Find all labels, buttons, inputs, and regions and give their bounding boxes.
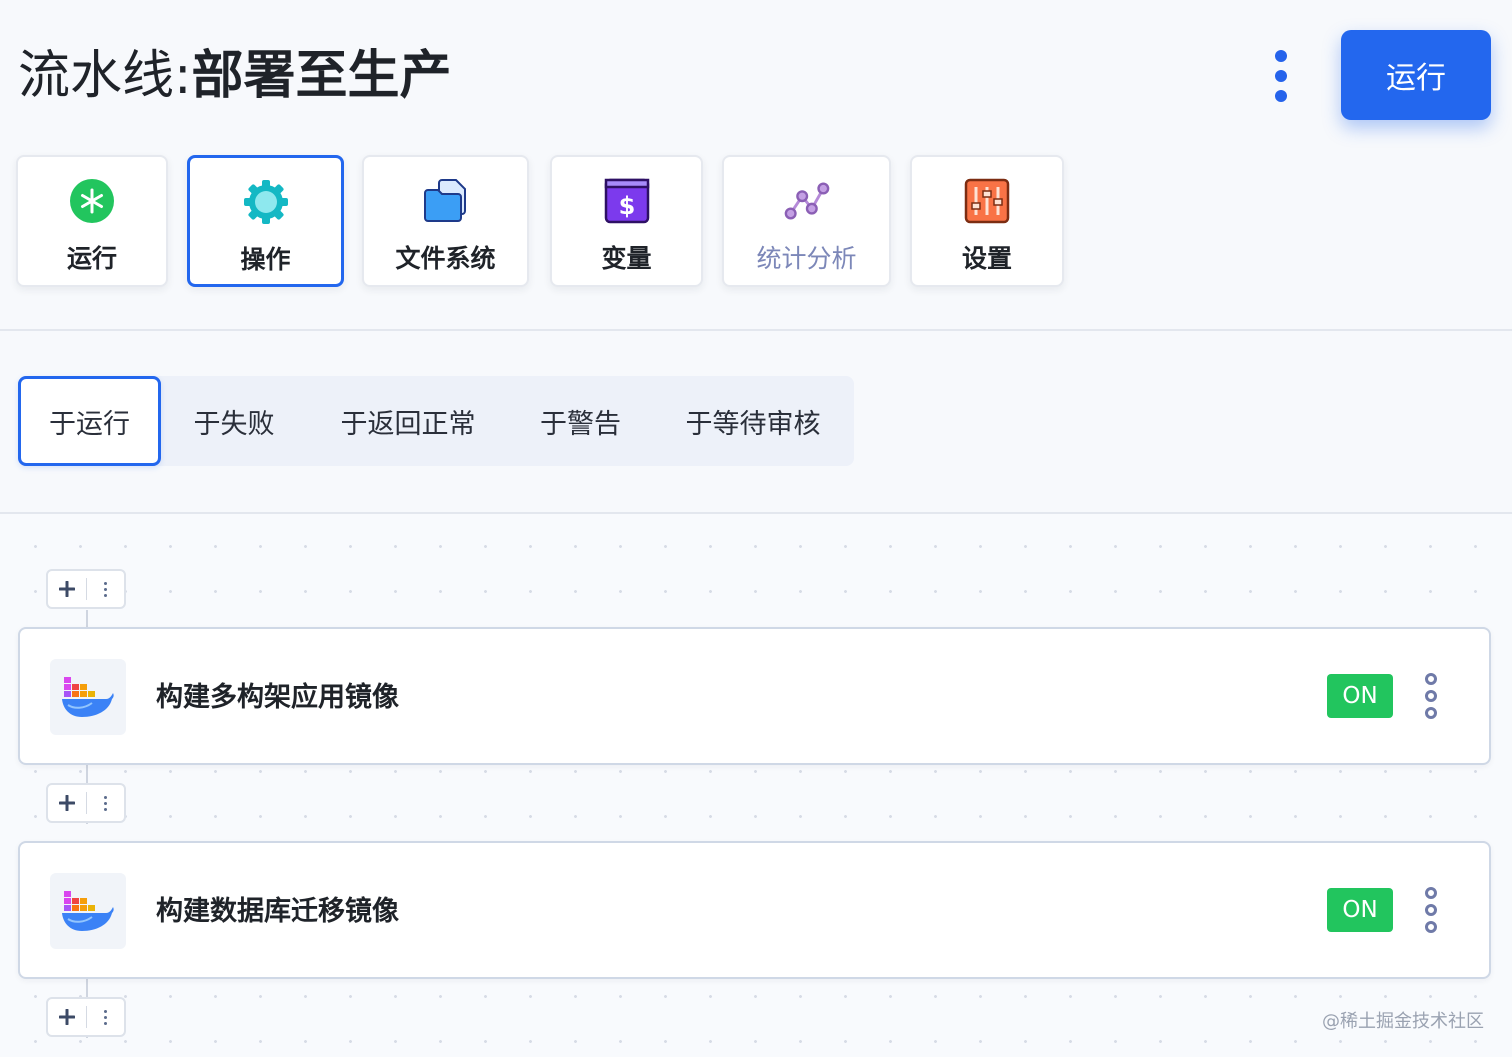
- tool-tab-filesystem[interactable]: 文件系统: [362, 155, 529, 287]
- dollar-icon: $: [603, 177, 651, 225]
- run-button[interactable]: 运行: [1341, 30, 1491, 120]
- tool-tab-label: 统计分析: [756, 244, 857, 273]
- header: 流水线:部署至生产 运行: [0, 0, 1512, 150]
- tool-tab-label: 运行: [66, 244, 117, 273]
- pipeline-name: 部署至生产: [191, 46, 452, 106]
- tool-tab-variables[interactable]: $ 变量: [550, 155, 703, 287]
- trigger-subtabs: 于运行 于失败 于返回正常 于警告 于等待审核: [18, 376, 854, 466]
- pipeline-canvas: 构建多构架应用镜像 ON 构建数据库迁移镜像 ON: [0, 514, 1512, 1057]
- more-vertical-icon[interactable]: [87, 999, 124, 1035]
- kebab-dot: [1275, 50, 1287, 62]
- subtab-on-recovery[interactable]: 于返回正常: [318, 376, 498, 466]
- pipeline-step[interactable]: 构建数据库迁移镜像 ON: [18, 841, 1491, 979]
- folder-icon: [422, 177, 470, 225]
- title-prefix: 流水线:: [18, 46, 192, 106]
- kebab-dot: [1275, 70, 1287, 82]
- plus-icon[interactable]: [48, 571, 86, 607]
- add-step-control: [46, 569, 126, 609]
- step-enabled-toggle[interactable]: ON: [1327, 888, 1393, 932]
- gear-icon: [242, 178, 290, 226]
- step-name: 构建数据库迁移镜像: [156, 896, 399, 927]
- add-step-control: [46, 997, 126, 1037]
- subtab-on-failure[interactable]: 于失败: [168, 376, 300, 466]
- tool-tab-label: 变量: [601, 244, 652, 273]
- subtab-on-warning[interactable]: 于警告: [518, 376, 643, 466]
- tool-tab-label: 操作: [240, 245, 291, 274]
- tool-tab-actions[interactable]: 操作: [187, 155, 344, 287]
- subtab-on-pending-approval[interactable]: 于等待审核: [663, 376, 843, 466]
- tool-tab-label: 设置: [961, 244, 1012, 273]
- docker-icon: [50, 873, 126, 949]
- sliders-icon: [963, 177, 1011, 225]
- tool-tabs: 运行 操作 文件系统 $ 变量 统计分析 设置: [0, 155, 1100, 290]
- step-more-icon[interactable]: [1420, 887, 1442, 933]
- watermark: @稀土掘金技术社区: [1322, 1011, 1484, 1032]
- tool-tab-settings[interactable]: 设置: [910, 155, 1064, 287]
- docker-icon: [50, 659, 126, 735]
- plus-icon[interactable]: [48, 785, 86, 821]
- more-options-icon[interactable]: [1266, 50, 1296, 102]
- tool-tab-label: 文件系统: [395, 244, 496, 273]
- more-vertical-icon[interactable]: [87, 785, 124, 821]
- pipeline-step[interactable]: 构建多构架应用镜像 ON: [18, 627, 1491, 765]
- tool-tab-analytics[interactable]: 统计分析: [722, 155, 891, 287]
- kebab-dot: [1275, 90, 1287, 102]
- add-step-control: [46, 783, 126, 823]
- asterisk-circle-icon: [68, 177, 116, 225]
- tool-tab-run[interactable]: 运行: [16, 155, 168, 287]
- subtab-on-run[interactable]: 于运行: [18, 376, 161, 466]
- divider: [0, 329, 1512, 331]
- more-vertical-icon[interactable]: [87, 571, 124, 607]
- pipeline-page: 流水线:部署至生产 运行 运行 操作 文件系统 $ 变量 统计分析 设置 于运行…: [0, 0, 1512, 1057]
- svg-text:$: $: [618, 192, 635, 220]
- step-more-icon[interactable]: [1420, 673, 1442, 719]
- step-name: 构建多构架应用镜像: [156, 682, 399, 713]
- step-enabled-toggle[interactable]: ON: [1327, 674, 1393, 718]
- plus-icon[interactable]: [48, 999, 86, 1035]
- page-title: 流水线:部署至生产: [18, 40, 452, 112]
- analytics-icon: [783, 177, 831, 225]
